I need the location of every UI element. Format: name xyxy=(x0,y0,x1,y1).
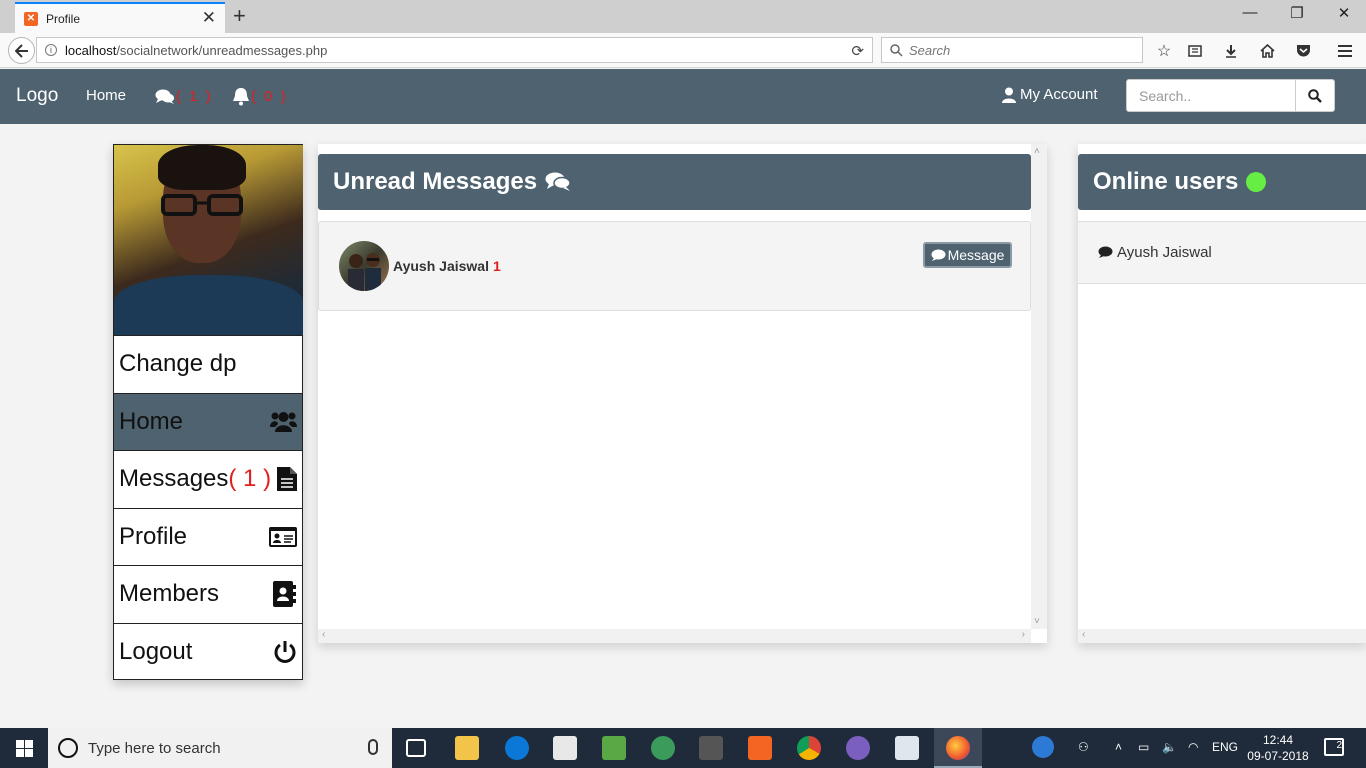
horizontal-scrollbar[interactable]: ‹ › xyxy=(318,629,1031,643)
browser-navbar: i localhost/socialnetwork/unreadmessages… xyxy=(0,33,1366,68)
reading-list-icon[interactable] xyxy=(1185,41,1205,61)
paint-icon[interactable] xyxy=(895,736,919,760)
xampp-icon[interactable] xyxy=(748,736,772,760)
firefox-icon xyxy=(946,736,970,760)
horizontal-scrollbar[interactable]: ‹ xyxy=(1078,629,1366,643)
users-icon xyxy=(270,411,297,432)
nav-home-link[interactable]: Home xyxy=(86,87,126,104)
vertical-scrollbar[interactable]: ˄ ˅ xyxy=(1031,144,1047,629)
url-bar[interactable]: i localhost/socialnetwork/unreadmessages… xyxy=(36,37,873,63)
tab-close-icon[interactable]: ✕ xyxy=(202,8,216,28)
show-hidden-icons-icon[interactable]: ˄ xyxy=(1115,740,1122,754)
wifi-icon[interactable]: ◠ xyxy=(1188,740,1198,754)
power-icon xyxy=(274,640,296,663)
comment-icon xyxy=(931,249,946,261)
search-icon xyxy=(1308,88,1322,103)
online-user-item[interactable]: Ayush Jaiswal xyxy=(1078,221,1366,284)
home-icon[interactable] xyxy=(1257,41,1277,61)
document-icon xyxy=(277,467,297,492)
sidebar-item-home[interactable]: Home xyxy=(114,392,302,450)
microphone-icon[interactable] xyxy=(368,739,378,755)
site-header: Logo Home ( 1 ) ( 0 ) My Account Search.… xyxy=(0,69,1366,124)
sidebar-item-members[interactable]: Members xyxy=(114,565,302,623)
change-dp-link[interactable]: Change dp xyxy=(114,335,302,393)
nav-messages-link[interactable]: ( 1 ) xyxy=(155,88,213,105)
search-icon xyxy=(890,43,903,57)
site-search-input[interactable]: Search.. xyxy=(1126,79,1296,112)
store-icon[interactable] xyxy=(553,736,577,760)
back-button[interactable] xyxy=(8,37,35,64)
sublime-text-icon[interactable] xyxy=(699,736,723,760)
avatar xyxy=(339,241,389,291)
tab-title: Profile xyxy=(46,11,81,26)
people-icon[interactable]: ⚇ xyxy=(1078,740,1089,754)
evernote-icon[interactable] xyxy=(602,736,626,760)
message-button[interactable]: Message xyxy=(923,242,1012,268)
taskbar-search-input[interactable]: Type here to search xyxy=(48,728,392,768)
notifications-count: ( 0 ) xyxy=(251,88,288,105)
unread-count: 1 xyxy=(492,258,501,274)
back-arrow-icon xyxy=(14,43,28,58)
help-icon[interactable] xyxy=(1032,736,1054,758)
windows-taskbar: Type here to search ⚇ ˄ ▭ 🔈 ◠ ENG 12:44 … xyxy=(0,728,1366,768)
xampp-favicon-icon: ✕ xyxy=(24,11,38,26)
new-tab-button[interactable]: + xyxy=(233,3,246,29)
firefox-taskbar-button[interactable] xyxy=(934,728,982,768)
file-explorer-icon[interactable] xyxy=(455,736,479,760)
browser-tab[interactable]: ✕ Profile ✕ xyxy=(15,2,225,33)
online-users-header: Online users xyxy=(1078,154,1366,210)
info-icon[interactable]: i xyxy=(45,44,57,56)
bookmark-star-icon[interactable]: ☆ xyxy=(1154,41,1174,61)
minimize-button[interactable]: — xyxy=(1235,4,1265,21)
sidebar-item-profile[interactable]: Profile xyxy=(114,507,302,566)
profile-sidebar: Change dp Home Messages( 1 ) Profile Mem… xyxy=(113,144,303,680)
start-button[interactable] xyxy=(0,728,48,768)
app-icon[interactable] xyxy=(846,736,870,760)
sidebar-item-logout[interactable]: Logout xyxy=(114,622,302,681)
comments-icon xyxy=(155,89,174,104)
my-account-link[interactable]: My Account xyxy=(1002,86,1098,103)
messages-count: ( 1 ) xyxy=(176,88,213,105)
chrome-icon[interactable] xyxy=(797,736,821,760)
cortana-icon xyxy=(58,738,78,758)
site-search-button[interactable] xyxy=(1295,79,1335,112)
page-title: Unread Messages xyxy=(333,168,538,195)
download-icon[interactable] xyxy=(1221,41,1241,61)
pocket-icon[interactable] xyxy=(1293,41,1313,61)
browser-search-input[interactable]: Search xyxy=(881,37,1143,63)
sidebar-messages-count: ( 1 ) xyxy=(228,465,272,493)
window-close-button[interactable]: ✕ xyxy=(1329,4,1359,22)
language-indicator[interactable]: ENG xyxy=(1212,740,1238,754)
menu-hamburger-icon[interactable] xyxy=(1335,41,1355,61)
battery-icon[interactable]: ▭ xyxy=(1138,740,1149,754)
clock[interactable]: 12:44 09-07-2018 xyxy=(1240,732,1316,764)
reload-icon[interactable]: ⟳ xyxy=(851,42,864,60)
windows-logo-icon xyxy=(15,739,33,757)
site-logo[interactable]: Logo xyxy=(16,85,58,107)
bell-icon xyxy=(233,88,249,106)
message-row: Ayush Jaiswal 1 Message xyxy=(318,221,1031,311)
unread-messages-panel: Unread Messages Ayush Jaiswal 1 Message ˄… xyxy=(318,144,1047,643)
id-card-icon xyxy=(269,526,297,547)
comment-icon xyxy=(1098,246,1113,258)
unread-messages-header: Unread Messages xyxy=(318,154,1031,210)
online-users-panel: Online users Ayush Jaiswal ‹ xyxy=(1078,144,1366,643)
profile-photo xyxy=(114,145,303,335)
tripadvisor-icon[interactable] xyxy=(651,736,675,760)
browser-tab-strip: ✕ Profile ✕ + — ❐ ✕ xyxy=(0,0,1366,33)
online-status-dot xyxy=(1246,172,1267,192)
message-sender[interactable]: Ayush Jaiswal 1 xyxy=(393,258,501,274)
user-icon xyxy=(1002,87,1016,103)
address-book-icon xyxy=(273,581,296,608)
action-center-icon[interactable]: 2 xyxy=(1324,738,1344,756)
maximize-button[interactable]: ❐ xyxy=(1282,4,1312,22)
comments-icon xyxy=(545,172,571,191)
task-view-icon[interactable] xyxy=(406,739,426,757)
volume-icon[interactable]: 🔈 xyxy=(1162,740,1177,754)
url-text: localhost/socialnetwork/unreadmessages.p… xyxy=(65,42,328,58)
sidebar-item-messages[interactable]: Messages( 1 ) xyxy=(114,450,302,508)
nav-notifications-link[interactable]: ( 0 ) xyxy=(232,87,288,106)
edge-icon[interactable] xyxy=(505,736,529,760)
